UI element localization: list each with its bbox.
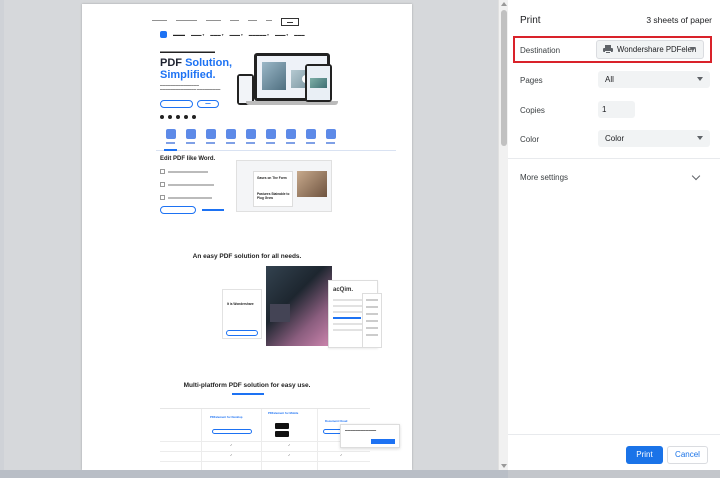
feature-ocr-icon xyxy=(264,129,277,144)
hero-brand: ▬▬▬▬▬▬▬▬▬▬▬ xyxy=(160,49,215,55)
edit-screenshot: Gases on The Form Pastures Stainable to P… xyxy=(236,160,332,212)
preview-scrollbar[interactable] xyxy=(498,0,508,470)
feature-active-indicator xyxy=(164,149,177,151)
feature-organize-icon xyxy=(244,129,257,144)
panel-bottom-strip xyxy=(508,470,720,478)
print-button[interactable]: Print xyxy=(626,446,663,464)
scroll-down-arrow-icon[interactable] xyxy=(501,464,507,468)
color-select[interactable]: Color xyxy=(598,130,710,147)
edit-try-button xyxy=(160,206,196,214)
hero-description: ▬▬▬▬▬▬▬▬▬▬▬▬▬▬▬ ▬▬▬▬▬▬▬▬▬▬▬▬▬▬ ▬▬▬▬▬▬▬▬▬ xyxy=(160,84,221,91)
pages-select[interactable]: All xyxy=(598,71,710,88)
hero-title-line2: Simplified. xyxy=(160,69,216,81)
hero-tablet-mockup xyxy=(305,64,332,102)
feature-edit-icon xyxy=(164,129,177,144)
color-label: Color xyxy=(520,135,540,144)
chevron-down-icon xyxy=(697,136,703,140)
scroll-up-arrow-icon[interactable] xyxy=(501,2,507,6)
platform-table: PDFelement for Desktop PDFelement for Mo… xyxy=(160,408,370,470)
preview-nav: ▬▬▬▬▬ ▬▬▬▬▬▬▬ ▬▬▬▬▬ ▬▬▬ ▬▬▬ ▬▬ ▬▬ xyxy=(152,18,299,26)
feature-icon-row xyxy=(164,129,337,144)
more-settings-toggle[interactable]: More settings xyxy=(508,164,720,192)
section2-card: It is Wondershare xyxy=(222,289,262,339)
preview-popup: ▬▬▬▬▬▬▬▬▬▬▬▬ xyxy=(340,424,400,448)
section3-title: Multi-platform PDF solution for easy use… xyxy=(183,382,311,389)
wondershare-logo-icon xyxy=(160,31,167,38)
cancel-button[interactable]: Cancel xyxy=(667,446,708,464)
section3-links xyxy=(232,393,264,395)
hero-free-trial-button xyxy=(160,100,193,108)
section2-photo xyxy=(266,266,332,346)
print-title: Print xyxy=(520,15,541,26)
feature-forms-icon xyxy=(304,129,317,144)
scrollbar-thumb[interactable] xyxy=(501,10,507,146)
table-header-desktop: PDFelement for Desktop xyxy=(210,415,243,419)
panel-divider xyxy=(508,158,720,159)
table-header-mobile: PDFelement for Mobile xyxy=(268,411,299,415)
footer-divider xyxy=(508,434,720,435)
table-header-cloud: Document Cloud xyxy=(325,419,348,423)
feature-convert-icon xyxy=(184,129,197,144)
printer-icon xyxy=(603,45,613,54)
print-dialog-screen: ▬▬▬▬▬ ▬▬▬▬▬▬▬ ▬▬▬▬▬ ▬▬▬ ▬▬▬ ▬▬ ▬▬ ▬▬▬ ▬▬▬ ▾ ▬▬▬… xyxy=(0,0,720,478)
feature-annotate-icon xyxy=(224,129,237,144)
chevron-down-icon xyxy=(691,171,701,181)
hero-title-line1: PDF Solution, xyxy=(160,57,233,69)
edit-learn-link xyxy=(202,209,224,211)
chevron-down-icon xyxy=(697,77,703,81)
print-settings-panel: Print 3 sheets of paper Destination Page… xyxy=(508,0,720,470)
copies-label: Copies xyxy=(520,106,545,115)
feature-ai-icon xyxy=(204,129,217,144)
preview-page: ▬▬▬▬▬ ▬▬▬▬▬▬▬ ▬▬▬▬▬ ▬▬▬ ▬▬▬ ▬▬ ▬▬ ▬▬▬ ▬▬▬ ▾ ▬▬▬… xyxy=(82,4,412,470)
hero-buy-button: ▬▬ xyxy=(197,100,219,108)
edit-section-title: Edit PDF like Word. xyxy=(160,156,216,162)
more-settings-label: More settings xyxy=(520,173,569,182)
chevron-down-icon xyxy=(690,47,696,51)
pages-label: Pages xyxy=(520,76,543,85)
copies-input[interactable] xyxy=(598,101,635,118)
feature-protect-icon xyxy=(284,129,297,144)
section2-context-menu xyxy=(362,293,382,348)
edit-feature-list xyxy=(160,169,214,200)
sheet-count: 3 sheets of paper xyxy=(646,15,712,25)
section2-title: An easy PDF solution for all needs. xyxy=(192,253,302,260)
feature-sign-icon xyxy=(324,129,337,144)
feature-divider xyxy=(156,150,396,151)
hero-awards xyxy=(160,115,196,119)
preview-logo-row: ▬▬▬ ▬▬▬ ▾ ▬▬▬ ▾ ▬▬▬ ▾ ▬▬▬▬▬ ▾ ▬▬▬ ▾ ▬▬▬ xyxy=(160,31,305,38)
